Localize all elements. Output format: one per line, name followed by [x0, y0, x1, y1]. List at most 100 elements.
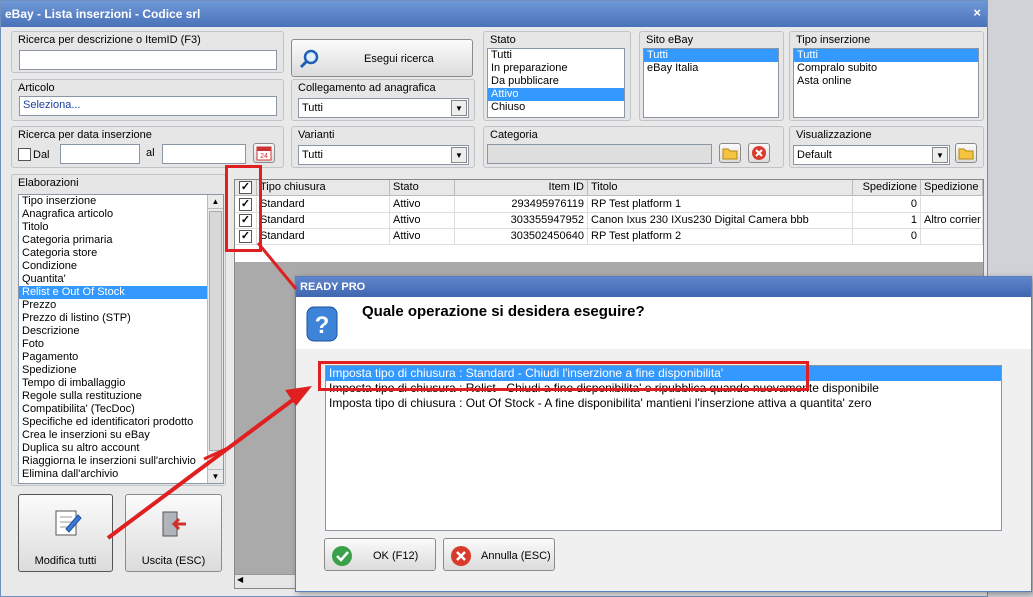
search-label: Ricerca per descrizione o ItemID (F3): [18, 34, 201, 46]
list-item[interactable]: Relist e Out Of Stock: [19, 286, 223, 299]
varianti-select[interactable]: Tutti ▼: [298, 145, 469, 165]
list-item[interactable]: Tutti: [644, 49, 778, 62]
annotation-option-highlight: [318, 361, 809, 391]
dialog-question: Quale operazione si desidera eseguire?: [362, 303, 645, 320]
list-item[interactable]: Condizione: [19, 260, 223, 273]
list-item[interactable]: Tempo di imballaggio: [19, 377, 223, 390]
scroll-left-icon[interactable]: ◀: [237, 575, 243, 584]
stato-group: Stato Tutti In preparazione Da pubblicar…: [483, 31, 631, 121]
cell-spedizione: 1: [853, 213, 921, 229]
list-item[interactable]: Regole sulla restituzione: [19, 390, 223, 403]
ok-label: OK (F12): [373, 550, 419, 562]
tipo-listbox[interactable]: Tutti Compralo subito Asta online: [793, 48, 979, 118]
visualizzazione-label: Visualizzazione: [796, 129, 872, 141]
cell-titolo: RP Test platform 1: [588, 197, 853, 213]
window-title-bar: eBay - Lista inserzioni - Codice srl: [1, 1, 987, 27]
list-item[interactable]: Duplica su altro account: [19, 442, 223, 455]
list-item[interactable]: Quantita': [19, 273, 223, 286]
chevron-down-icon[interactable]: ▼: [451, 100, 467, 116]
list-item[interactable]: Riaggiorna le inserzioni sull'archivio: [19, 455, 223, 468]
list-item[interactable]: Spedizione: [19, 364, 223, 377]
list-item[interactable]: Tutti: [488, 49, 624, 62]
modifica-tutti-button[interactable]: Modifica tutti: [18, 494, 113, 572]
list-item[interactable]: Categoria primaria: [19, 234, 223, 247]
categoria-input[interactable]: [487, 144, 712, 164]
list-item[interactable]: Specifiche ed identificatori prodotto: [19, 416, 223, 429]
option-item[interactable]: Imposta tipo di chiusura : Out Of Stock …: [326, 396, 1001, 411]
list-item[interactable]: eBay Italia: [644, 62, 778, 75]
list-item[interactable]: Prezzo di listino (STP): [19, 312, 223, 325]
list-item[interactable]: Compralo subito: [794, 62, 978, 75]
collegamento-select[interactable]: Tutti ▼: [298, 98, 469, 118]
list-item[interactable]: Titolo: [19, 221, 223, 234]
visualizzazione-value: Default: [797, 149, 832, 161]
list-item[interactable]: Pagamento: [19, 351, 223, 364]
scrollbar-thumb[interactable]: [209, 211, 222, 451]
cell-itemid: 303502450640: [455, 229, 588, 245]
search-input[interactable]: [19, 50, 277, 70]
elaborazioni-label: Elaborazioni: [18, 177, 79, 189]
collegamento-value: Tutti: [302, 102, 323, 114]
dal-input[interactable]: [60, 144, 140, 164]
question-icon: ?: [306, 306, 338, 342]
chevron-down-icon[interactable]: ▼: [932, 147, 948, 163]
stato-listbox[interactable]: Tutti In preparazione Da pubblicare Atti…: [487, 48, 625, 118]
grid-header-stato[interactable]: Stato: [390, 180, 455, 196]
clear-icon: [752, 146, 766, 160]
cell-tipo: Standard: [257, 229, 390, 245]
calendar-icon: 24: [256, 146, 272, 161]
list-item[interactable]: Foto: [19, 338, 223, 351]
search-icon: [299, 49, 319, 69]
visualizzazione-folder-button[interactable]: [955, 143, 977, 163]
grid-header-spedizione-2[interactable]: Spedizione: [921, 180, 983, 196]
categoria-clear-button[interactable]: [748, 143, 770, 163]
list-item[interactable]: Tipo inserzione: [19, 195, 223, 208]
dialog-header: ? Quale operazione si desidera eseguire?: [296, 297, 1031, 349]
grid-header-tipo[interactable]: Tipo chiusura: [257, 180, 390, 196]
list-item[interactable]: Prezzo: [19, 299, 223, 312]
categoria-folder-button[interactable]: [719, 143, 741, 163]
data-checkbox[interactable]: [18, 148, 31, 161]
grid-header-itemid[interactable]: Item ID: [455, 180, 588, 196]
svg-text:?: ?: [315, 312, 330, 339]
list-item[interactable]: Categoria store: [19, 247, 223, 260]
elaborazioni-listbox[interactable]: Tipo inserzione Anagrafica articolo Tito…: [18, 194, 224, 484]
list-item[interactable]: Crea le inserzioni su eBay: [19, 429, 223, 442]
list-item[interactable]: Da pubblicare: [488, 75, 624, 88]
scroll-up-icon[interactable]: ▲: [208, 195, 223, 209]
categoria-label: Categoria: [490, 129, 538, 141]
tipo-label: Tipo inserzione: [796, 34, 871, 46]
al-input[interactable]: [162, 144, 246, 164]
list-item[interactable]: Compatibilita' (TecDoc): [19, 403, 223, 416]
grid-header-spedizione[interactable]: Spedizione: [853, 180, 921, 196]
dialog-title: READY PRO: [296, 277, 1031, 297]
visualizzazione-group: Visualizzazione Default ▼: [789, 126, 984, 168]
articolo-field[interactable]: Seleziona...: [19, 96, 277, 116]
ok-button[interactable]: OK (F12): [324, 538, 436, 571]
visualizzazione-select[interactable]: Default ▼: [793, 145, 950, 165]
list-item[interactable]: Chiuso: [488, 101, 624, 114]
list-item[interactable]: Anagrafica articolo: [19, 208, 223, 221]
chevron-down-icon[interactable]: ▼: [451, 147, 467, 163]
list-item[interactable]: Tutti: [794, 49, 978, 62]
uscita-button[interactable]: Uscita (ESC): [125, 494, 222, 572]
esegui-ricerca-button[interactable]: Esegui ricerca: [291, 39, 473, 77]
grid-header-titolo[interactable]: Titolo: [588, 180, 853, 196]
list-item[interactable]: Asta online: [794, 75, 978, 88]
close-icon[interactable]: ×: [973, 5, 981, 20]
scroll-down-icon[interactable]: ▼: [208, 469, 223, 483]
list-item[interactable]: Descrizione: [19, 325, 223, 338]
annulla-button[interactable]: Annulla (ESC): [443, 538, 555, 571]
calendar-button[interactable]: 24: [253, 143, 275, 163]
sito-group: Sito eBay Tutti eBay Italia: [639, 31, 784, 121]
elaborazioni-scrollbar[interactable]: ▲ ▼: [207, 195, 223, 483]
articolo-label: Articolo: [18, 82, 55, 94]
cell-tipo: Standard: [257, 197, 390, 213]
al-label: al: [146, 147, 155, 159]
annulla-label: Annulla (ESC): [481, 550, 551, 562]
list-item[interactable]: Elimina dall'archivio: [19, 468, 223, 481]
cell-tipo: Standard: [257, 213, 390, 229]
list-item[interactable]: Attivo: [488, 88, 624, 101]
sito-listbox[interactable]: Tutti eBay Italia: [643, 48, 779, 118]
list-item[interactable]: In preparazione: [488, 62, 624, 75]
